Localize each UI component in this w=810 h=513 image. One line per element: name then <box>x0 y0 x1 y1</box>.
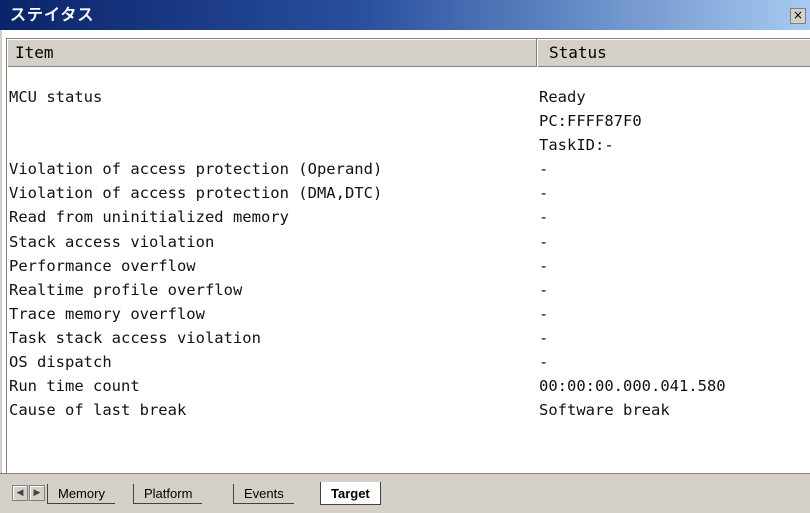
table-row[interactable]: Trace memory overflow - <box>7 302 810 326</box>
table-row[interactable]: Run time count 00:00:00.000.041.580 <box>7 374 810 398</box>
tab-platform[interactable]: Platform <box>133 484 203 504</box>
table-row[interactable]: Violation of access protection (DMA,DTC)… <box>7 181 810 205</box>
table-row[interactable]: Cause of last break Software break <box>7 398 810 422</box>
table-row[interactable]: Performance overflow - <box>7 254 810 278</box>
item-cell: Trace memory overflow <box>9 304 205 323</box>
scroll-tabs-right-button[interactable]: ▶ <box>29 485 45 501</box>
table-row[interactable]: Realtime profile overflow - <box>7 278 810 302</box>
item-cell: Task stack access violation <box>9 328 261 347</box>
table-row[interactable]: MCU status Ready <box>7 85 810 109</box>
table-row[interactable]: PC:FFFF87F0 <box>7 109 810 133</box>
status-cell: - <box>539 328 549 347</box>
window-title: ステイタス <box>10 5 95 24</box>
item-cell: Read from uninitialized memory <box>9 208 289 227</box>
close-icon: × <box>792 8 804 22</box>
status-cell: - <box>539 353 549 372</box>
item-cell: Realtime profile overflow <box>9 280 243 299</box>
status-cell: - <box>539 208 549 227</box>
tab-memory[interactable]: Memory <box>47 484 115 504</box>
column-header-status[interactable]: Status <box>537 39 810 67</box>
triangle-left-icon: ◀ <box>16 488 24 498</box>
tab-events[interactable]: Events <box>233 484 294 504</box>
table-row[interactable]: Violation of access protection (Operand)… <box>7 157 810 181</box>
status-window: ステイタス × Item Status MCU status Ready PC:F… <box>0 0 810 513</box>
status-cell: - <box>539 304 549 323</box>
status-cell: Software break <box>539 401 670 420</box>
triangle-right-icon: ▶ <box>33 488 41 498</box>
item-cell: OS dispatch <box>9 353 112 372</box>
item-cell: Run time count <box>9 377 140 396</box>
tab-bar: ◀ ▶ Memory Platform Events Target <box>0 473 810 513</box>
status-cell: 00:00:00.000.041.580 <box>539 377 726 396</box>
table-row[interactable]: Read from uninitialized memory - <box>7 205 810 229</box>
status-cell: - <box>539 232 549 251</box>
status-cell: - <box>539 280 549 299</box>
table-row[interactable]: Stack access violation - <box>7 230 810 254</box>
item-cell: Cause of last break <box>9 401 187 420</box>
status-cell: Ready <box>539 88 586 106</box>
item-cell: Violation of access protection (DMA,DTC) <box>9 184 383 203</box>
table-row[interactable]: TaskID:- <box>7 133 810 157</box>
tab-strip-divider <box>402 504 810 505</box>
status-cell: - <box>539 184 549 203</box>
status-cell: - <box>539 256 549 275</box>
table-header: Item Status <box>7 39 810 67</box>
status-cell: PC:FFFF87F0 <box>539 112 642 131</box>
tab-target[interactable]: Target <box>320 482 381 505</box>
table-row[interactable]: OS dispatch - <box>7 350 810 374</box>
scroll-tabs-left-button[interactable]: ◀ <box>12 485 28 501</box>
table-body: MCU status Ready PC:FFFF87F0 TaskID:- Vio… <box>7 85 810 422</box>
title-bar[interactable]: ステイタス × <box>0 0 810 30</box>
table-row[interactable]: Task stack access violation - <box>7 326 810 350</box>
item-cell: Stack access violation <box>9 232 215 251</box>
item-cell: MCU status <box>9 88 103 106</box>
column-header-item[interactable]: Item <box>7 39 537 67</box>
item-cell: Violation of access protection (Operand) <box>9 160 383 179</box>
close-button[interactable]: × <box>790 8 806 24</box>
status-table: Item Status MCU status Ready PC:FFFF87F0 … <box>6 38 810 473</box>
item-cell: Performance overflow <box>9 256 196 275</box>
status-cell: TaskID:- <box>539 136 614 155</box>
status-cell: - <box>539 160 549 179</box>
